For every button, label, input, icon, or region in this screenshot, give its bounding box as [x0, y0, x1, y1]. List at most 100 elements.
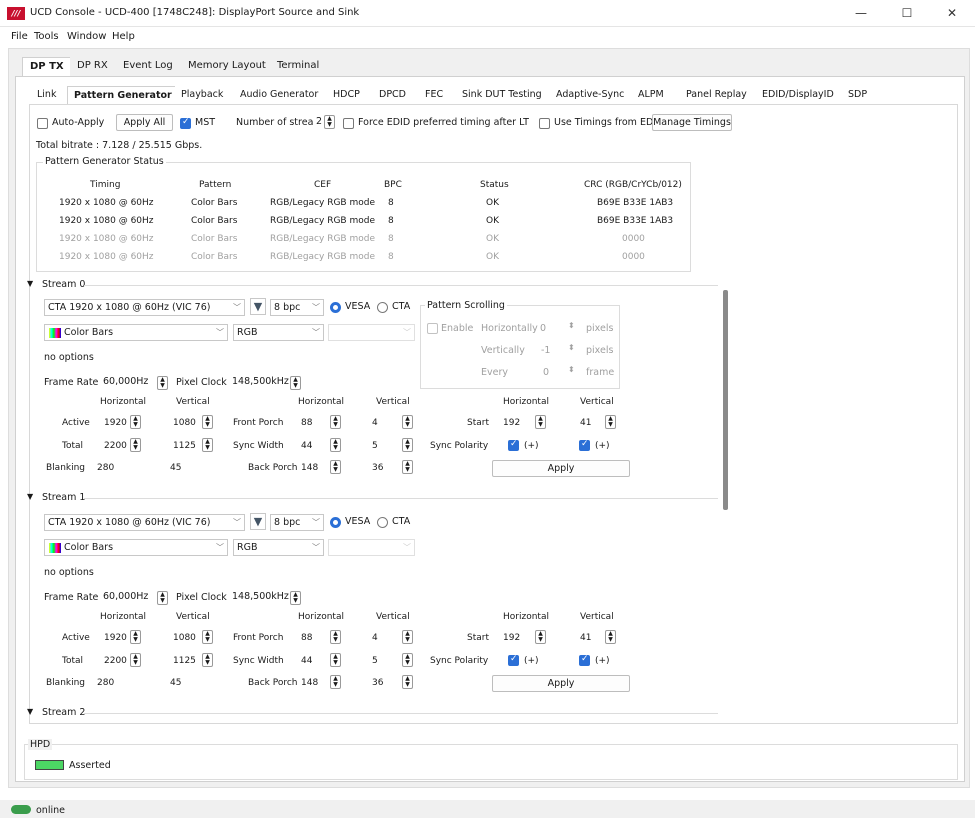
bp-h-input[interactable]: 148: [301, 463, 318, 473]
menu-tools[interactable]: Tools: [34, 31, 59, 42]
stream1-bpc-select[interactable]: 8 bpc ﹀: [270, 514, 324, 531]
stream1-vesa-radio[interactable]: [330, 517, 341, 528]
start-v-spinner[interactable]: ▲ ▼: [605, 630, 616, 644]
active-v-spinner[interactable]: ▲ ▼: [202, 630, 213, 644]
stream1-colorspace-select[interactable]: RGB ﹀: [233, 539, 324, 556]
sw-h-spinner[interactable]: ▲ ▼: [330, 653, 341, 667]
total-h-input[interactable]: 2200: [104, 656, 127, 666]
fp-v-input[interactable]: 4: [372, 418, 378, 428]
stream0-format-select[interactable]: ﹀: [328, 324, 415, 341]
fp-v-input[interactable]: 4: [372, 633, 378, 643]
bp-v-spinner[interactable]: ▲ ▼: [402, 675, 413, 689]
stream0-cta-radio[interactable]: [377, 302, 388, 313]
bp-h-input[interactable]: 148: [301, 678, 318, 688]
tab-alpm[interactable]: ALPM: [632, 86, 670, 104]
active-v-input[interactable]: 1080: [173, 633, 196, 643]
minimize-button[interactable]: —: [838, 0, 884, 27]
stream2-collapse-icon[interactable]: ▼: [27, 707, 33, 716]
fp-v-spinner[interactable]: ▲ ▼: [402, 630, 413, 644]
stream1-cta-radio[interactable]: [377, 517, 388, 528]
tab-terminal[interactable]: Terminal: [270, 57, 327, 76]
fp-v-spinner[interactable]: ▲ ▼: [402, 415, 413, 429]
stream0-colorspace-select[interactable]: RGB ﹀: [233, 324, 324, 341]
active-h-input[interactable]: 1920: [104, 418, 127, 428]
apply-all-button[interactable]: Apply All: [116, 114, 173, 131]
scroll-horizontally-spinner[interactable]: ⬍: [568, 321, 575, 330]
filter-icon[interactable]: ▼: [250, 513, 266, 530]
total-h-input[interactable]: 2200: [104, 441, 127, 451]
tab-edid-displayid[interactable]: EDID/DisplayID: [756, 86, 840, 104]
start-v-spinner[interactable]: ▲ ▼: [605, 415, 616, 429]
sw-h-input[interactable]: 44: [301, 441, 312, 451]
total-h-spinner[interactable]: ▲ ▼: [130, 438, 141, 452]
stream1-pattern-select[interactable]: Color Bars ﹀: [44, 539, 228, 556]
auto-apply-checkbox[interactable]: [37, 118, 48, 129]
start-h-input[interactable]: 192: [503, 633, 520, 643]
sw-v-input[interactable]: 5: [372, 656, 378, 666]
force-edid-checkbox[interactable]: [343, 118, 354, 129]
tab-dp-tx[interactable]: DP TX: [22, 57, 72, 76]
use-timings-checkbox[interactable]: [539, 118, 550, 129]
bp-h-spinner[interactable]: ▲ ▼: [330, 460, 341, 474]
total-v-input[interactable]: 1125: [173, 441, 196, 451]
fp-h-input[interactable]: 88: [301, 418, 312, 428]
sync-polarity-v-checkbox[interactable]: [579, 654, 590, 666]
filter-icon[interactable]: ▼: [250, 298, 266, 315]
bp-v-input[interactable]: 36: [372, 678, 383, 688]
tab-link[interactable]: Link: [31, 86, 63, 104]
menu-file[interactable]: File: [11, 31, 28, 42]
total-v-input[interactable]: 1125: [173, 656, 196, 666]
active-h-input[interactable]: 1920: [104, 633, 127, 643]
sw-v-input[interactable]: 5: [372, 441, 378, 451]
tab-memory-layout[interactable]: Memory Layout: [181, 57, 273, 76]
menu-window[interactable]: Window: [67, 31, 106, 42]
stream1-timing-select[interactable]: CTA 1920 x 1080 @ 60Hz (VIC 76) ﹀: [44, 514, 245, 531]
stream1-collapse-icon[interactable]: ▼: [27, 492, 33, 501]
stream0-apply-button[interactable]: Apply: [492, 460, 630, 477]
stream1-pixel-clock-spinner[interactable]: ▲ ▼: [290, 591, 301, 605]
start-h-input[interactable]: 192: [503, 418, 520, 428]
sw-h-spinner[interactable]: ▲ ▼: [330, 438, 341, 452]
sync-polarity-v-checkbox[interactable]: [579, 439, 590, 451]
start-h-spinner[interactable]: ▲ ▼: [535, 630, 546, 644]
total-v-spinner[interactable]: ▲ ▼: [202, 653, 213, 667]
sync-polarity-h-checkbox[interactable]: [508, 654, 519, 666]
bp-v-input[interactable]: 36: [372, 463, 383, 473]
tab-event-log[interactable]: Event Log: [116, 57, 180, 76]
start-v-input[interactable]: 41: [580, 633, 591, 643]
active-h-spinner[interactable]: ▲ ▼: [130, 415, 141, 429]
tab-sink-dut-testing[interactable]: Sink DUT Testing: [456, 86, 548, 104]
scroll-every-input[interactable]: 0: [543, 367, 549, 378]
fp-h-spinner[interactable]: ▲ ▼: [330, 630, 341, 644]
tab-pattern-generator[interactable]: Pattern Generator: [67, 86, 179, 104]
stream0-timing-select[interactable]: CTA 1920 x 1080 @ 60Hz (VIC 76) ﹀: [44, 299, 245, 316]
start-h-spinner[interactable]: ▲ ▼: [535, 415, 546, 429]
stream0-collapse-icon[interactable]: ▼: [27, 279, 33, 288]
sw-v-spinner[interactable]: ▲ ▼: [402, 653, 413, 667]
tab-adaptive-sync[interactable]: Adaptive-Sync: [550, 86, 631, 104]
sw-h-input[interactable]: 44: [301, 656, 312, 666]
maximize-button[interactable]: ☐: [884, 0, 930, 27]
stream1-apply-button[interactable]: Apply: [492, 675, 630, 692]
sw-v-spinner[interactable]: ▲ ▼: [402, 438, 413, 452]
bp-h-spinner[interactable]: ▲ ▼: [330, 675, 341, 689]
total-v-spinner[interactable]: ▲ ▼: [202, 438, 213, 452]
bp-v-spinner[interactable]: ▲ ▼: [402, 460, 413, 474]
scroll-vertically-spinner[interactable]: ⬍: [568, 343, 575, 352]
tab-fec[interactable]: FEC: [419, 86, 450, 104]
fp-h-spinner[interactable]: ▲ ▼: [330, 415, 341, 429]
stream0-frame-rate-spinner[interactable]: ▲ ▼: [157, 376, 168, 390]
tab-playback[interactable]: Playback: [175, 86, 230, 104]
tab-dp-rx[interactable]: DP RX: [70, 57, 115, 76]
close-button[interactable]: ✕: [929, 0, 975, 27]
tab-sdp[interactable]: SDP: [842, 86, 874, 104]
tab-panel-replay[interactable]: Panel Replay: [680, 86, 753, 104]
num-streams-spinner[interactable]: ▲ ▼: [324, 115, 335, 129]
tab-dpcd[interactable]: DPCD: [373, 86, 412, 104]
scroll-enable-checkbox[interactable]: [427, 323, 438, 334]
sync-polarity-h-checkbox[interactable]: [508, 439, 519, 451]
stream1-format-select[interactable]: ﹀: [328, 539, 415, 556]
active-v-spinner[interactable]: ▲ ▼: [202, 415, 213, 429]
tab-audio-generator[interactable]: Audio Generator: [234, 86, 325, 104]
stream0-pixel-clock-spinner[interactable]: ▲ ▼: [290, 376, 301, 390]
